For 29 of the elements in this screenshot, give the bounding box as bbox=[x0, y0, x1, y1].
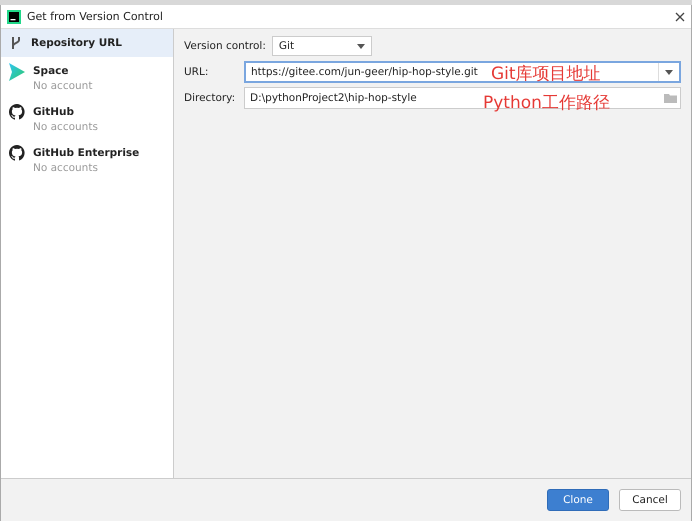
field-label: URL: bbox=[184, 66, 210, 78]
sidebar-item-label: Repository URL bbox=[31, 36, 122, 49]
dropdown-arrow-icon bbox=[356, 44, 365, 48]
annotation-text: Git库项目地址 bbox=[491, 63, 601, 85]
account-status: No accounts bbox=[33, 121, 98, 133]
sidebar-item[interactable]: Repository URL bbox=[1, 29, 173, 57]
app-logo-icon bbox=[7, 10, 21, 24]
account-status: No accounts bbox=[33, 162, 99, 174]
close-icon[interactable] bbox=[675, 12, 685, 22]
directory-field[interactable]: D:\pythonProject2\hip-hop-style Python工作路径 bbox=[244, 87, 681, 109]
github-icon bbox=[9, 104, 25, 120]
sidebar-item[interactable]: GitHub Enterprise No accounts bbox=[1, 139, 173, 180]
clone-button[interactable]: Clone bbox=[547, 489, 609, 511]
version-control-dropdown[interactable]: Git bbox=[272, 36, 372, 56]
sidebar-item[interactable]: Space No account bbox=[1, 57, 173, 98]
branch-icon bbox=[9, 35, 23, 51]
url-field[interactable]: https://gitee.com/jun-geer/hip-hop-style.git Git库项目地址 bbox=[244, 61, 681, 83]
cancel-button[interactable]: Cancel bbox=[619, 489, 681, 511]
sidebar-item-label: Space bbox=[33, 64, 70, 77]
sidebar-item-label: GitHub bbox=[33, 105, 76, 118]
sidebar-item[interactable]: GitHub No accounts bbox=[1, 98, 173, 139]
sidebar-item-label: GitHub Enterprise bbox=[33, 146, 140, 159]
github-icon bbox=[9, 145, 25, 161]
account-status: No account bbox=[33, 80, 92, 92]
window-title: Get from Version Control bbox=[27, 10, 164, 23]
field-label: Directory: bbox=[184, 92, 236, 104]
field-label: Version control: bbox=[184, 40, 266, 52]
dropdown-arrow-icon[interactable] bbox=[665, 70, 673, 74]
space-logo-icon bbox=[9, 63, 25, 81]
